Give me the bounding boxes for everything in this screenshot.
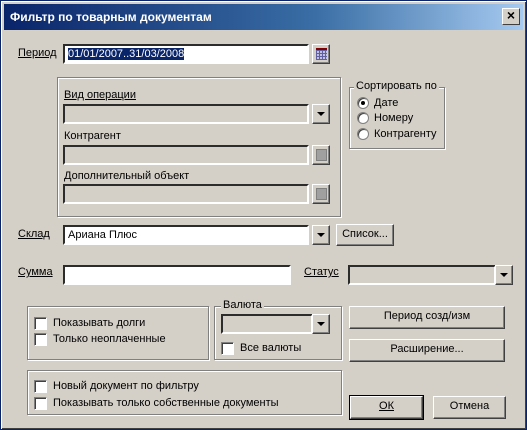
counterparty-select-button[interactable] — [312, 145, 330, 165]
period-label: Период — [18, 47, 57, 59]
ok-label: ОК — [379, 400, 394, 412]
status-dropdown-button[interactable] — [495, 265, 513, 285]
period-value: 01/01/2007..31/03/2008 — [68, 48, 185, 60]
chevron-down-icon — [317, 322, 325, 326]
new-doc-by-filter-label: Новый документ по фильтру — [53, 380, 199, 392]
status-label: Статус — [304, 266, 339, 278]
warehouse-select[interactable]: Ариана Плюс — [63, 225, 309, 245]
only-unpaid-label: Только неоплаченные — [53, 333, 166, 345]
calendar-icon — [316, 48, 327, 60]
operation-dropdown-button[interactable] — [312, 104, 330, 124]
warehouse-value: Ариана Плюс — [68, 229, 138, 241]
only-unpaid-checkbox[interactable]: Только неоплаченные — [34, 332, 204, 348]
sort-option-label: Номеру — [374, 112, 414, 124]
radio-icon — [357, 97, 369, 109]
cancel-button[interactable]: Отмена — [433, 396, 506, 419]
warehouse-list-label: Список... — [342, 228, 388, 240]
warehouse-label: Склад — [18, 228, 50, 240]
checkbox-icon — [34, 380, 47, 393]
chevron-down-icon — [317, 112, 325, 116]
checkbox-icon — [34, 397, 47, 410]
show-debts-checkbox[interactable]: Показывать долги — [34, 316, 204, 332]
amount-input[interactable] — [63, 265, 291, 285]
all-currencies-checkbox[interactable]: Все валюты — [221, 341, 333, 357]
all-currencies-label: Все валюты — [240, 342, 302, 354]
cancel-label: Отмена — [449, 400, 490, 412]
chevron-down-icon — [500, 273, 508, 277]
close-icon: × — [506, 7, 516, 23]
checkbox-icon — [221, 342, 234, 355]
checkbox-icon — [34, 317, 47, 330]
warehouse-list-button[interactable]: Список... — [336, 224, 394, 246]
extension-label: Расширение... — [390, 343, 464, 355]
amount-label: Сумма — [18, 266, 53, 278]
close-button[interactable]: × — [502, 8, 520, 25]
title-bar[interactable]: Фильтр по товарным документам × — [4, 4, 523, 30]
show-debts-label: Показывать долги — [53, 317, 146, 329]
sort-option-label: Дате — [374, 97, 399, 109]
currency-group-title: Валюта — [221, 299, 264, 311]
sort-option-label: Контрагенту — [374, 128, 437, 140]
warehouse-dropdown-button[interactable] — [312, 225, 330, 245]
currency-select[interactable] — [221, 314, 313, 334]
currency-dropdown-button[interactable] — [312, 314, 330, 334]
dialog-title: Фильтр по товарным документам — [10, 10, 212, 24]
sort-group-title: Сортировать по — [354, 80, 439, 92]
operation-label: Вид операции — [64, 89, 136, 101]
only-own-docs-checkbox[interactable]: Показывать только собственные документы — [34, 396, 334, 412]
radio-icon — [357, 112, 369, 124]
operation-select[interactable] — [63, 104, 309, 124]
sort-option-number[interactable]: Номеру — [357, 111, 442, 127]
select-icon — [316, 149, 327, 161]
radio-icon — [357, 128, 369, 140]
sort-option-date[interactable]: Дате — [357, 96, 442, 112]
status-select[interactable] — [348, 265, 496, 285]
ok-button[interactable]: ОК — [349, 395, 424, 420]
extra-object-select-button[interactable] — [312, 184, 330, 204]
only-own-docs-label: Показывать только собственные документы — [53, 397, 279, 409]
checkbox-icon — [34, 333, 47, 346]
filter-dialog: Фильтр по товарным документам × Период 0… — [0, 0, 527, 430]
period-calendar-button[interactable] — [312, 44, 330, 64]
period-input[interactable]: 01/01/2007..31/03/2008 — [63, 44, 309, 64]
sort-option-counterparty[interactable]: Контрагенту — [357, 127, 445, 143]
counterparty-label: Контрагент — [64, 130, 121, 142]
extension-button[interactable]: Расширение... — [349, 339, 505, 362]
select-icon — [316, 188, 327, 200]
chevron-down-icon — [317, 233, 325, 237]
extra-object-label: Дополнительный объект — [64, 170, 190, 182]
period-edit-label: Период созд/изм — [383, 310, 471, 322]
period-edit-button[interactable]: Период созд/изм — [349, 306, 505, 329]
new-doc-by-filter-checkbox[interactable]: Новый документ по фильтру — [34, 379, 294, 395]
counterparty-input[interactable] — [63, 145, 309, 165]
extra-object-input[interactable] — [63, 184, 309, 204]
